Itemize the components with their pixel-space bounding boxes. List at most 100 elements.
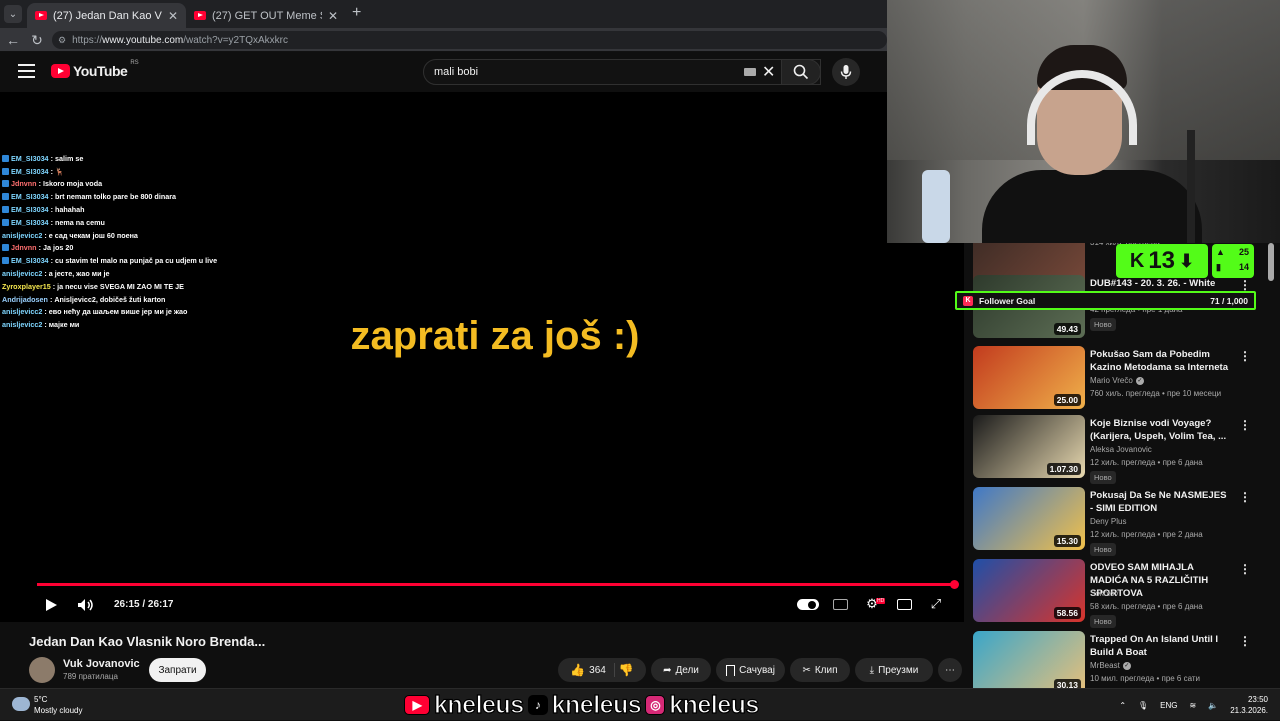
search-button[interactable]: [781, 59, 821, 85]
duration-badge: 58.56: [1053, 607, 1081, 619]
close-icon[interactable]: ✕: [328, 9, 338, 23]
clock[interactable]: 23:50 21.3.2026.: [1230, 694, 1268, 716]
recommended-title[interactable]: Koje Biznise vodi Voyage? (Karijera, Usp…: [1090, 417, 1230, 443]
subscribe-button[interactable]: Запрати: [149, 658, 206, 682]
video-thumbnail[interactable]: 15.30: [973, 487, 1085, 550]
chevron-up-icon[interactable]: ⌃: [1119, 701, 1126, 710]
recommended-video[interactable]: 25.00 Pokušao Sam da Pobedim Kazino Metod…: [973, 346, 1273, 410]
close-icon[interactable]: ✕: [168, 9, 178, 23]
recommended-title[interactable]: DUB#143 - 20. 3. 26. - White: [1090, 277, 1230, 290]
taskbar: 5°C Mostly cloudy ▶ kneleus ♪ kneleus ◎ kne…: [0, 688, 1280, 720]
theater-mode-icon[interactable]: [895, 595, 913, 613]
video-thumbnail[interactable]: 30.13: [973, 631, 1085, 688]
save-button[interactable]: Сачувај: [716, 658, 785, 682]
more-options-icon[interactable]: ⋮: [1239, 349, 1251, 363]
chat-badge-icon: [2, 244, 9, 252]
wifi-icon[interactable]: ≋: [1190, 701, 1197, 710]
video-thumbnail[interactable]: 25.00: [973, 346, 1085, 409]
duration-badge: 30.13: [1053, 679, 1081, 688]
chat-username: EM_SI3034: [11, 192, 49, 202]
new-tab-button[interactable]: +: [352, 4, 361, 22]
like-dislike-group: 👍 364 👎: [558, 658, 646, 682]
tab-list-button[interactable]: ⌄: [4, 5, 22, 23]
weather-temp[interactable]: 5°C: [34, 695, 47, 704]
autoplay-toggle[interactable]: [797, 599, 819, 610]
more-options-icon[interactable]: ⋮: [1239, 562, 1251, 576]
recommended-channel[interactable]: Aleksa Jovanovic: [1090, 445, 1152, 454]
chat-username: Andrijadosen: [2, 294, 48, 304]
tab-youtube-video[interactable]: (27) Jedan Dan Kao Vlasnik Noro B ✕: [27, 3, 186, 28]
download-button[interactable]: ⤓ Преузми: [855, 658, 933, 682]
more-options-icon[interactable]: ⋮: [1239, 490, 1251, 504]
chat-badge-icon: [2, 218, 9, 226]
play-icon[interactable]: [44, 598, 58, 612]
youtube-icon: ▶: [404, 695, 430, 715]
more-options-icon[interactable]: ⋮: [1239, 418, 1251, 432]
streamer-body: [982, 170, 1202, 243]
progress-bar[interactable]: [37, 583, 954, 586]
fullscreen-icon[interactable]: ⤢: [927, 595, 945, 613]
weather-desc[interactable]: Mostly cloudy: [34, 706, 82, 715]
reload-button[interactable]: ↻: [27, 28, 47, 52]
follower-goal-bar: K Follower Goal 71 / 1,000: [955, 291, 1256, 310]
more-actions-button[interactable]: ⋯: [938, 658, 962, 682]
speaker-icon[interactable]: 🔈: [1208, 701, 1218, 710]
channel-avatar[interactable]: [29, 657, 55, 683]
chat-text: cu stavim tel malo na punjač pa cu udjem…: [54, 256, 218, 266]
thumbs-down-icon[interactable]: 👎: [619, 663, 634, 677]
recommended-video[interactable]: 1.07.30 Koje Biznise vodi Voyage? (Karije…: [973, 415, 1273, 484]
youtube-favicon-icon: [35, 11, 47, 20]
recommended-title[interactable]: Pokusaj Da Se Ne NASMEJES - SIMI EDITION: [1090, 489, 1230, 515]
weather-cloud-icon[interactable]: [12, 697, 30, 711]
recommended-channel[interactable]: MrBeast ✓: [1090, 661, 1131, 670]
volume-icon[interactable]: [77, 598, 95, 612]
recommended-title[interactable]: Pokušao Sam da Pobedim Kazino Metodama s…: [1090, 348, 1230, 374]
chat-badge-icon: [2, 154, 9, 162]
site-info-icon[interactable]: ⚙: [58, 35, 66, 46]
water-bottle: [922, 170, 950, 243]
recommended-video[interactable]: 58.56 ODVEO SAM MIHAJLA MADIĆA NA 5 RAZLI…: [973, 559, 1273, 628]
kick-stat-1: 25: [1238, 247, 1249, 257]
chat-separator: :: [50, 256, 53, 266]
channel-name-text: Deny Plus: [1090, 517, 1127, 526]
recommended-channel[interactable]: Mario Vrečo ✓: [1090, 376, 1144, 385]
channel-name[interactable]: Vuk Jovanovic: [63, 658, 140, 670]
microphone-icon: [840, 65, 852, 79]
arrow-down-icon: ⬇: [1179, 250, 1195, 271]
clear-search-icon[interactable]: ✕: [762, 62, 775, 82]
scrollbar[interactable]: [1268, 243, 1274, 281]
video-thumbnail[interactable]: 58.56: [973, 559, 1085, 622]
keyboard-icon[interactable]: [744, 68, 756, 76]
chat-username: EM_SI3034: [11, 256, 49, 266]
recommended-video[interactable]: 30.13 Trapped On An Island Until I Build …: [973, 631, 1273, 688]
video-player[interactable]: EM_SI3034: salim se EM_SI3034: 🦌 Jdnvnn: Isko…: [0, 92, 964, 622]
chat-message: Andrijadosen: Anisljevicc2, dobičeš žuti …: [2, 293, 302, 306]
social-handle-youtube: kneleus: [433, 690, 524, 719]
tab-get-out-meme[interactable]: (27) GET OUT Meme Sound Effect ✕: [186, 3, 346, 28]
voice-search-button[interactable]: [832, 58, 860, 86]
clip-button[interactable]: ✂ Клип: [790, 658, 850, 682]
recommended-channel[interactable]: Deny Plus: [1090, 517, 1126, 526]
subtitles-icon[interactable]: [831, 595, 849, 613]
progress-scrubber[interactable]: [950, 580, 959, 589]
share-button[interactable]: ➦ Дели: [651, 658, 711, 682]
thumbs-up-icon: 👍: [570, 663, 586, 677]
more-options-icon[interactable]: ⋮: [1239, 634, 1251, 648]
video-thumbnail[interactable]: 1.07.30: [973, 415, 1085, 478]
back-button[interactable]: ←: [3, 28, 23, 52]
url-field[interactable]: ⚙ https://www.youtube.com/watch?v=y2TQxA…: [52, 31, 887, 49]
duration-badge: 15.30: [1053, 535, 1081, 547]
tab-title: (27) Jedan Dan Kao Vlasnik Noro B: [53, 9, 162, 22]
language-indicator[interactable]: ENG: [1160, 701, 1177, 710]
recommended-title[interactable]: Trapped On An Island Until I Build A Boa…: [1090, 633, 1230, 659]
microphone-tray-icon[interactable]: 🎙: [1138, 701, 1148, 710]
recommended-channel[interactable]: Sokolov: [1090, 589, 1118, 598]
youtube-logo[interactable]: YouTube RS: [51, 60, 139, 79]
recommended-video[interactable]: 15.30 Pokusaj Da Se Ne NASMEJES - SIMI ED…: [973, 487, 1273, 556]
chat-separator: :: [50, 153, 53, 163]
youtube-favicon-icon: [194, 11, 206, 20]
more-options-icon[interactable]: ⋮: [1239, 278, 1251, 292]
like-button[interactable]: 👍 364: [570, 663, 615, 677]
menu-icon[interactable]: [18, 64, 35, 78]
chat-text: Anisljevicc2, dobičeš žuti karton: [54, 294, 166, 304]
